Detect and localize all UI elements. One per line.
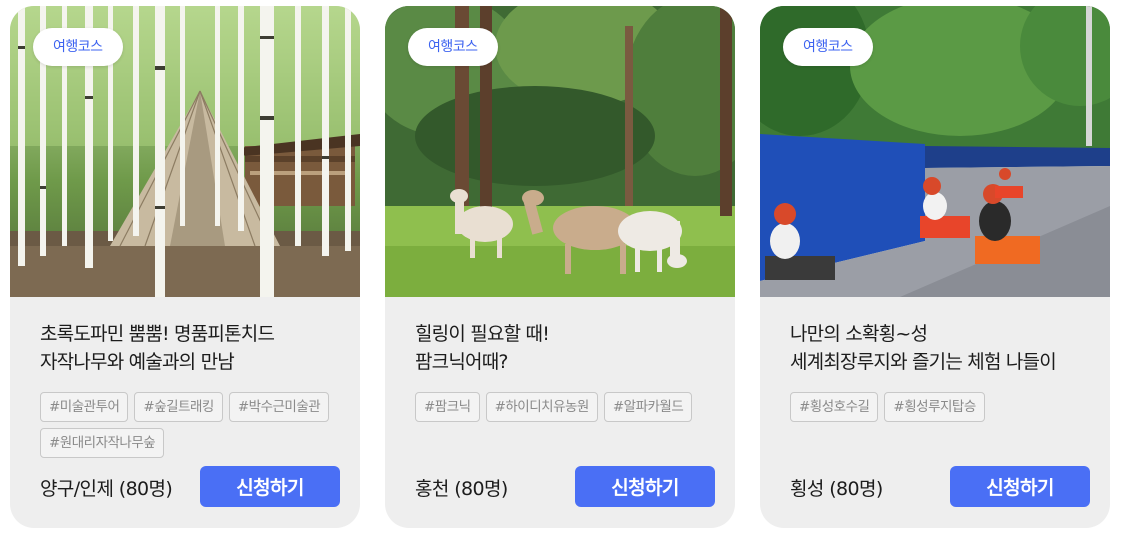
- hashtag[interactable]: #하이디치유농원: [485, 392, 598, 422]
- course-card[interactable]: 여행코스 초록도파민 뿜뿜! 명품피톤치드 자작나무와 예술과의 만남 #미술관…: [10, 6, 360, 528]
- hashtag[interactable]: #원대리자작나무숲: [40, 428, 165, 458]
- course-title-line: 나만의 소확횡~성: [790, 323, 928, 345]
- location-capacity: 홍천 (80명): [415, 478, 508, 500]
- course-badge: 여행코스: [408, 28, 498, 66]
- course-title: 힐링이 필요할 때! 팜크닉어때?: [415, 320, 715, 376]
- apply-button[interactable]: 신청하기: [950, 466, 1090, 507]
- course-title-line: 자작나무와 예술과의 만남: [40, 351, 235, 373]
- course-title: 초록도파민 뿜뿜! 명품피톤치드 자작나무와 예술과의 만남: [40, 320, 340, 376]
- course-badge: 여행코스: [783, 28, 873, 66]
- course-title-line: 초록도파민 뿜뿜! 명품피톤치드: [40, 323, 275, 345]
- course-title-line: 세계최장루지와 즐기는 체험 나들이: [790, 351, 1057, 373]
- location-capacity: 횡성 (80명): [790, 478, 883, 500]
- location-capacity: 양구/인제 (80명): [40, 478, 173, 500]
- course-card[interactable]: 여행코스 힐링이 필요할 때! 팜크닉어때? #팜크닉 #하이디치유농원 #알파…: [385, 6, 735, 528]
- course-title-line: 팜크닉어때?: [415, 351, 508, 373]
- tag-list: #미술관투어 #숲길트래킹 #박수근미술관 #원대리자작나무숲: [40, 392, 340, 458]
- hashtag[interactable]: #횡성호수길: [790, 392, 879, 422]
- hashtag[interactable]: #숲길트래킹: [134, 392, 223, 422]
- apply-button[interactable]: 신청하기: [575, 466, 715, 507]
- hashtag[interactable]: #팜크닉: [415, 392, 480, 422]
- course-title: 나만의 소확횡~성 세계최장루지와 즐기는 체험 나들이: [790, 320, 1090, 376]
- course-badge: 여행코스: [33, 28, 123, 66]
- apply-button[interactable]: 신청하기: [200, 466, 340, 507]
- tag-list: #팜크닉 #하이디치유농원 #알파카월드: [415, 392, 715, 422]
- hashtag[interactable]: #미술관투어: [40, 392, 129, 422]
- tag-list: #횡성호수길 #횡성루지탑승: [790, 392, 1090, 422]
- course-title-line: 힐링이 필요할 때!: [415, 323, 550, 345]
- course-card[interactable]: 여행코스 나만의 소확횡~성 세계최장루지와 즐기는 체험 나들이 #횡성호수길…: [760, 6, 1110, 528]
- hashtag[interactable]: #알파카월드: [603, 392, 693, 422]
- hashtag[interactable]: #박수근미술관: [228, 392, 330, 422]
- hashtag[interactable]: #횡성루지탑승: [884, 392, 985, 422]
